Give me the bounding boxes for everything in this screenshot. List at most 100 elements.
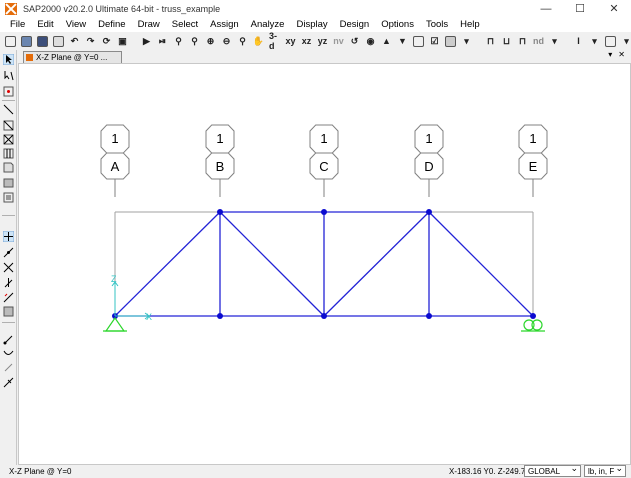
run-analysis-icon[interactable]: ▶ xyxy=(139,33,154,49)
draw-rect-area-icon[interactable] xyxy=(3,177,14,188)
menu-view[interactable]: View xyxy=(60,17,92,32)
model-view-canvas[interactable]: 1 A 1 B 1 C 1 D 1 E Z X xyxy=(18,63,631,465)
joint[interactable] xyxy=(426,209,432,215)
menu-display[interactable]: Display xyxy=(290,17,333,32)
menu-draw[interactable]: Draw xyxy=(132,17,166,32)
draw-link-icon[interactable] xyxy=(3,334,14,345)
diagonal-b-c[interactable] xyxy=(219,211,325,317)
view-yz-button[interactable]: yz xyxy=(315,33,330,49)
draw-joint-icon[interactable] xyxy=(3,86,14,97)
pointer-icon[interactable] xyxy=(3,54,14,65)
draw-tendon-icon[interactable] xyxy=(3,348,14,359)
draw-area-icon[interactable] xyxy=(3,162,14,173)
grid-display-icon[interactable] xyxy=(603,33,618,49)
dropdown-icon[interactable]: ▾ xyxy=(587,33,602,49)
dropdown-icon[interactable]: ▾ xyxy=(459,33,474,49)
diagonal-d-e[interactable] xyxy=(428,211,534,317)
save-icon[interactable] xyxy=(35,33,50,49)
menu-select[interactable]: Select xyxy=(166,17,204,32)
print-icon[interactable] xyxy=(51,33,66,49)
draw-section-cut-icon[interactable] xyxy=(3,377,14,388)
joint[interactable] xyxy=(217,209,223,215)
diagonal-a-b[interactable] xyxy=(114,211,221,317)
snap-joints-icon[interactable] xyxy=(3,231,14,242)
move-up-icon[interactable]: ▲ xyxy=(379,33,394,49)
run-now-icon[interactable]: ⏯ xyxy=(155,33,170,49)
draw-solid-icon[interactable] xyxy=(3,362,14,373)
tab-list-dropdown-icon[interactable]: ▾ xyxy=(608,50,612,59)
perspective-icon[interactable]: ◉ xyxy=(363,33,378,49)
pan-icon[interactable]: ✋ xyxy=(251,33,266,49)
frame-section-icon[interactable]: ⊓ xyxy=(483,33,498,49)
menu-define[interactable]: Define xyxy=(92,17,131,32)
menu-edit[interactable]: Edit xyxy=(31,17,59,32)
view-xy-button[interactable]: xy xyxy=(283,33,298,49)
object-shrink-icon[interactable] xyxy=(411,33,426,49)
roller-support-icon xyxy=(521,319,545,332)
joint[interactable] xyxy=(217,313,223,319)
joint[interactable] xyxy=(426,313,432,319)
menu-assign[interactable]: Assign xyxy=(204,17,245,32)
display-options-icon[interactable] xyxy=(443,33,458,49)
close-tab-icon[interactable]: ✕ xyxy=(618,50,625,59)
truss-drawing: 1 A 1 B 1 C 1 D 1 E Z X xyxy=(100,124,548,332)
view-xz-button[interactable]: xz xyxy=(299,33,314,49)
tab-xz-plane[interactable]: X-Z Plane @ Y=0 ... xyxy=(23,51,122,63)
grid-label-row: 1 xyxy=(425,131,432,146)
text-cursor-icon[interactable]: I xyxy=(571,33,586,49)
tab-label: X-Z Plane @ Y=0 ... xyxy=(36,53,108,62)
sap2000-app-icon[interactable] xyxy=(5,2,17,15)
sap2000-tab-icon xyxy=(26,54,33,61)
units-select[interactable]: lb, in, F xyxy=(584,463,626,477)
joint[interactable] xyxy=(530,313,536,319)
grid-label-d: D xyxy=(424,159,433,174)
new-model-icon[interactable] xyxy=(3,33,18,49)
reshape-icon[interactable] xyxy=(3,70,14,81)
quick-draw-secondary-icon[interactable] xyxy=(3,148,14,159)
lock-icon[interactable]: ▣ xyxy=(115,33,130,49)
dropdown-icon[interactable]: ▾ xyxy=(547,33,562,49)
menu-analyze[interactable]: Analyze xyxy=(245,17,291,32)
close-button[interactable]: ✕ xyxy=(597,0,631,17)
snap-ends-icon[interactable] xyxy=(3,247,14,258)
restraint-icon[interactable]: ⊔ xyxy=(499,33,514,49)
spring-icon[interactable]: ⊓ xyxy=(515,33,530,49)
redo-icon[interactable]: ↷ xyxy=(83,33,98,49)
view-nv-button[interactable]: nv xyxy=(331,33,346,49)
zoom-in-icon[interactable]: ⊕ xyxy=(203,33,218,49)
menu-options[interactable]: Options xyxy=(375,17,420,32)
rotate-icon[interactable]: ↺ xyxy=(347,33,362,49)
quick-draw-area-icon[interactable] xyxy=(3,192,14,203)
coordinate-system-select[interactable]: GLOBAL xyxy=(524,463,581,477)
diagonal-c-d[interactable] xyxy=(323,211,430,317)
joint[interactable] xyxy=(321,313,327,319)
draw-frame-icon[interactable] xyxy=(3,104,14,115)
zoom-window-icon[interactable]: ⚲ xyxy=(171,33,186,49)
zoom-fit-icon[interactable]: ⚲ xyxy=(235,33,250,49)
quick-draw-frame-icon[interactable] xyxy=(3,120,14,131)
dropdown-icon[interactable]: ▾ xyxy=(619,33,631,49)
set-display-icon[interactable]: ☑ xyxy=(427,33,442,49)
view-tab-bar: X-Z Plane @ Y=0 ... ▾ ✕ xyxy=(18,50,631,63)
refresh-icon[interactable]: ⟳ xyxy=(99,33,114,49)
quick-draw-braces-icon[interactable] xyxy=(3,134,14,145)
menu-tools[interactable]: Tools xyxy=(420,17,454,32)
snap-lines-icon[interactable] xyxy=(3,292,14,303)
zoom-restore-icon[interactable]: ⚲ xyxy=(187,33,202,49)
open-icon[interactable] xyxy=(19,33,34,49)
undo-icon[interactable]: ↶ xyxy=(67,33,82,49)
snap-perpendicular-icon[interactable] xyxy=(3,277,14,288)
menu-file[interactable]: File xyxy=(0,17,31,32)
minimize-button[interactable]: — xyxy=(529,0,563,17)
snap-fine-grid-icon[interactable] xyxy=(3,306,14,317)
menu-design[interactable]: Design xyxy=(334,17,376,32)
separator xyxy=(2,100,15,101)
snap-intersections-icon[interactable] xyxy=(3,262,14,273)
zoom-out-icon[interactable]: ⊖ xyxy=(219,33,234,49)
menu-help[interactable]: Help xyxy=(454,17,486,32)
maximize-button[interactable]: ☐ xyxy=(563,0,597,17)
move-down-icon[interactable]: ▼ xyxy=(395,33,410,49)
view-3d-button[interactable]: 3-d xyxy=(267,31,282,51)
joint[interactable] xyxy=(321,209,327,215)
nd-button[interactable]: nd xyxy=(531,33,546,49)
